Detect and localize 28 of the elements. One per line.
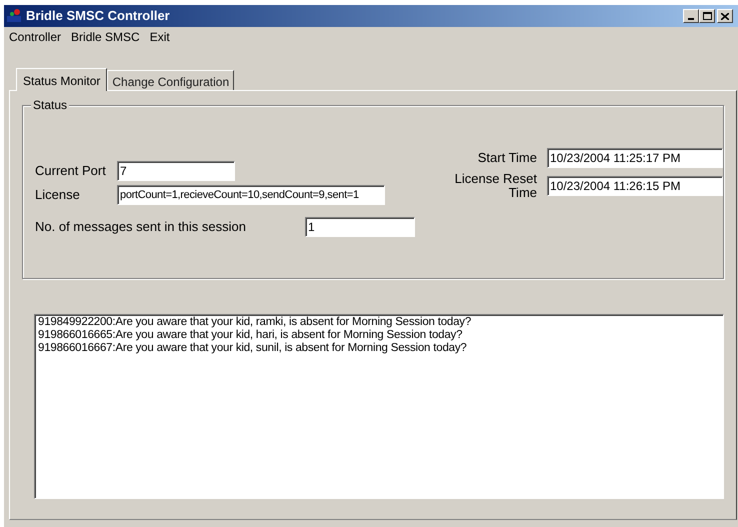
menu-item[interactable]: Bridle SMSC [68,28,143,46]
input-field[interactable]: 10/23/2004 11:26:15 PM [547,176,723,196]
message-log[interactable] [34,314,724,499]
tab[interactable]: Change Configuration [107,70,234,90]
input-field[interactable]: 1 [305,217,415,237]
field-label: Start Time [476,149,537,168]
menu-item[interactable]: Exit [146,28,173,46]
field-label: Current Port [35,162,107,180]
window-title: Bridle SMSC Controller [26,7,170,26]
tab[interactable]: Status Monitor [16,68,108,91]
app-icon [6,8,22,24]
field-label: License [35,186,81,204]
maximize-button[interactable] [699,9,715,23]
input-field[interactable]: portCount=1,recieveCount=10,sendCount=9,sent=1 [117,185,385,205]
minimize-icon [688,18,694,20]
log-line: 919849922200:Are you aware that your kid, ramki, is absent for Morning Session today? [38,316,472,329]
field-label: License Reset Time [454,172,537,200]
input-field[interactable]: 10/23/2004 11:25:17 PM [547,148,723,168]
close-button[interactable] [717,9,733,23]
log-line: 919866016665:Are you aware that your kid, hari, is absent for Morning Session today? [38,329,464,342]
maximize-icon [702,12,712,20]
group-title: Status [31,98,70,112]
input-field[interactable]: 7 [117,161,235,181]
menu-item[interactable]: Controller [6,28,64,46]
close-icon [721,12,729,20]
log-line: 919866016667:Are you aware that your kid, sunil, is absent for Morning Session today? [38,342,468,355]
minimize-button[interactable] [683,9,699,23]
field-label: No. of messages sent in this session [35,218,247,236]
